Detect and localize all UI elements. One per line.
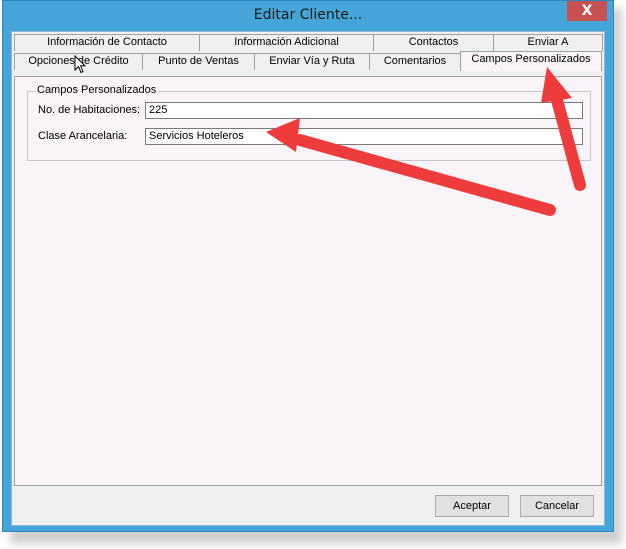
clase-arancelaria-label: Clase Arancelaria: bbox=[38, 130, 128, 142]
close-button[interactable]: X bbox=[567, 1, 607, 21]
tab-comentarios[interactable]: Comentarios bbox=[369, 53, 461, 70]
window-title: Editar Cliente... bbox=[253, 7, 363, 23]
dialog-window: Editar Cliente... X Información de Conta… bbox=[2, 0, 614, 532]
tab-contactos[interactable]: Contactos bbox=[373, 34, 494, 51]
habitaciones-label: No. de Habitaciones: bbox=[38, 104, 141, 116]
tab-informacion-adicional[interactable]: Información Adicional bbox=[199, 34, 374, 51]
tab-row-lower: Opciones de Crédito Punto de Ventas Envi… bbox=[12, 51, 606, 71]
group-legend: Campos Personalizados bbox=[35, 84, 159, 96]
close-icon: X bbox=[581, 3, 593, 19]
custom-fields-group: Campos Personalizados No. de Habitacione… bbox=[27, 84, 591, 161]
tab-panel-campos-personalizados: Campos Personalizados No. de Habitacione… bbox=[14, 76, 602, 486]
mouse-pointer-icon bbox=[74, 55, 86, 74]
clase-arancelaria-input[interactable]: Servicios Hoteleros bbox=[145, 128, 583, 145]
tab-punto-ventas[interactable]: Punto de Ventas bbox=[142, 53, 255, 70]
accept-button[interactable]: Aceptar bbox=[435, 495, 509, 517]
tab-enviar-a[interactable]: Enviar A bbox=[493, 34, 603, 51]
title-bar[interactable]: Editar Cliente... X bbox=[3, 1, 613, 31]
tab-campos-personalizados[interactable]: Campos Personalizados bbox=[460, 51, 602, 71]
dialog-client-area: Información de Contacto Información Adic… bbox=[11, 31, 605, 526]
habitaciones-input[interactable]: 225 bbox=[145, 102, 583, 119]
tab-enviar-via-ruta[interactable]: Enviar Vía y Ruta bbox=[254, 53, 370, 70]
cancel-button[interactable]: Cancelar bbox=[520, 495, 594, 517]
tab-row-upper: Información de Contacto Información Adic… bbox=[12, 34, 606, 52]
tab-informacion-contacto[interactable]: Información de Contacto bbox=[14, 34, 200, 51]
